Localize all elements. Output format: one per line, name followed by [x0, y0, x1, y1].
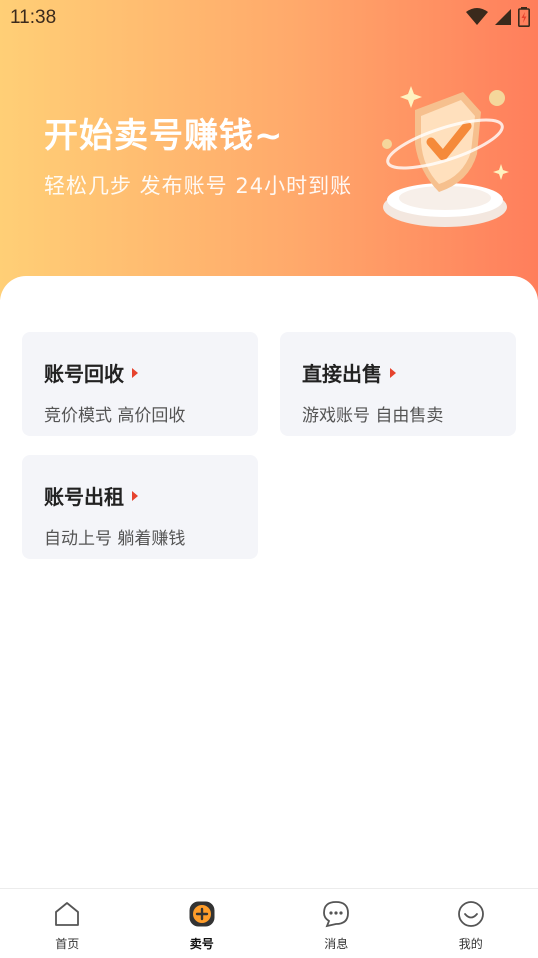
- card-desc: 游戏账号 自由售卖: [302, 406, 444, 426]
- tab-label: 消息: [324, 937, 349, 951]
- card-desc: 自动上号 躺着赚钱: [44, 529, 186, 549]
- bottom-tab-bar: 首页 卖号 消息 我的: [0, 888, 538, 958]
- tab-mine[interactable]: 我的: [404, 889, 538, 958]
- tab-messages[interactable]: 消息: [269, 889, 404, 958]
- card-account-rent[interactable]: 账号出租 自动上号 躺着赚钱: [22, 455, 258, 559]
- tab-sell[interactable]: 卖号: [135, 889, 270, 958]
- card-title: 账号回收: [44, 358, 138, 387]
- tab-label: 我的: [458, 937, 483, 951]
- arrow-right-icon: [132, 367, 138, 378]
- chat-bubble-icon: [322, 900, 350, 932]
- status-bar: 11:38: [0, 0, 538, 36]
- card-title-text: 直接出售: [302, 362, 382, 386]
- home-icon: [53, 900, 81, 932]
- shield-check-icon: [375, 82, 515, 232]
- tab-label: 首页: [55, 937, 80, 951]
- card-title: 直接出售: [302, 358, 396, 387]
- tab-home[interactable]: 首页: [0, 889, 135, 958]
- status-icons: [466, 7, 530, 31]
- arrow-right-icon: [132, 490, 138, 501]
- hero-title: 开始卖号赚钱~: [44, 116, 284, 156]
- card-title-text: 账号出租: [44, 485, 124, 509]
- card-title: 账号出租: [44, 481, 138, 510]
- arrow-right-icon: [390, 367, 396, 378]
- battery-charging-icon: [518, 7, 530, 31]
- card-account-recycle[interactable]: 账号回收 竞价模式 高价回收: [22, 332, 258, 436]
- main-content: 账号回收 竞价模式 高价回收 直接出售 游戏账号 自由售卖 账号出租 自动上号 …: [0, 276, 538, 888]
- hero-subtitle: 轻松几步 发布账号 24小时到账: [44, 174, 353, 198]
- signal-icon: [494, 8, 512, 30]
- card-desc: 竞价模式 高价回收: [44, 406, 186, 426]
- hero-banner: 11:38 开始卖号赚钱~ 轻松几步 发布账号 24小时到账: [0, 0, 538, 300]
- plus-circle-icon: [188, 900, 216, 932]
- status-time: 11:38: [10, 7, 57, 28]
- smiley-icon: [457, 900, 485, 932]
- tab-label: 卖号: [189, 937, 214, 951]
- card-title-text: 账号回收: [44, 362, 124, 386]
- wifi-icon: [466, 8, 488, 30]
- card-direct-sale[interactable]: 直接出售 游戏账号 自由售卖: [280, 332, 516, 436]
